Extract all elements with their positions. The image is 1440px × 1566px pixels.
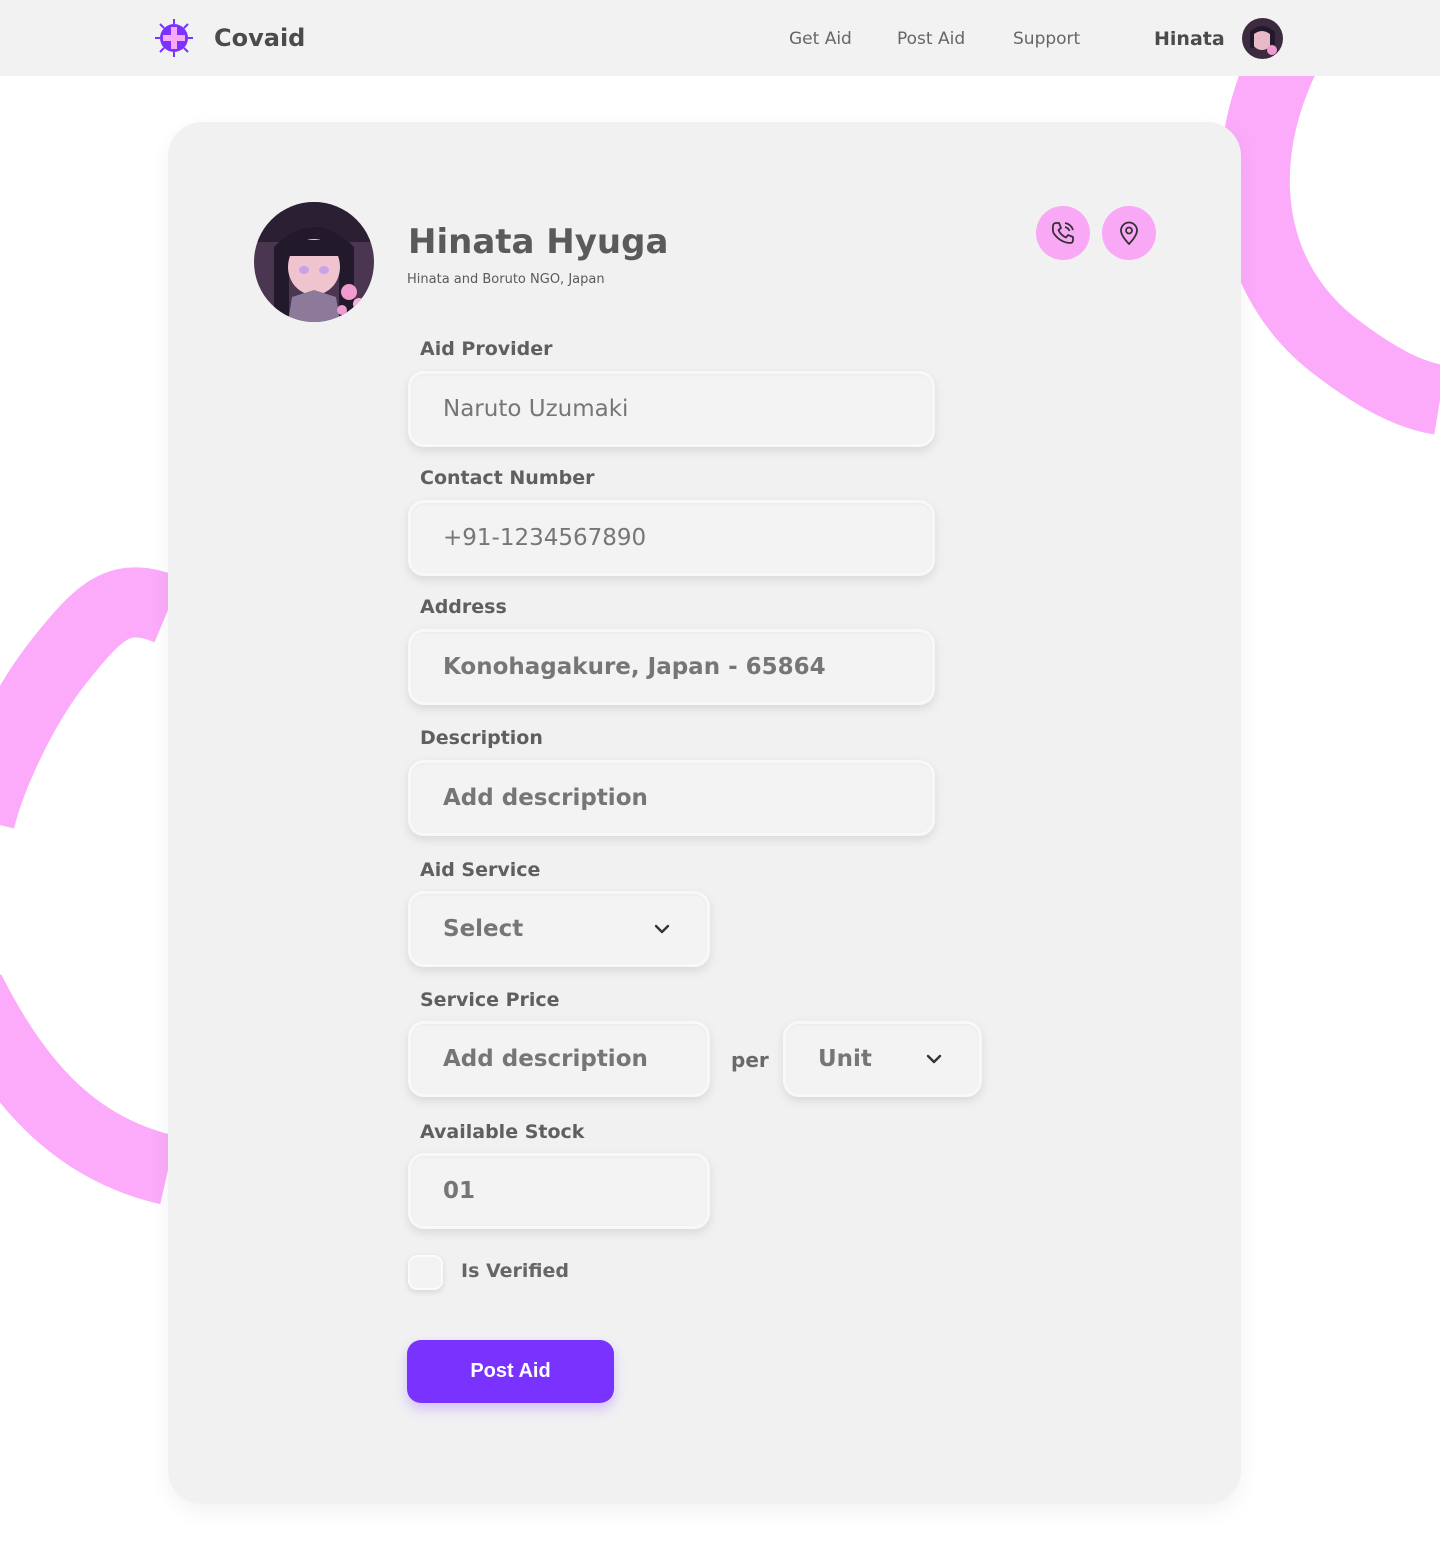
virus-logo-icon <box>155 19 193 57</box>
aid-provider-input[interactable]: Naruto Uzumaki <box>408 371 935 447</box>
aid-service-select[interactable]: Select <box>408 891 710 967</box>
service-price-label: Service Price <box>420 989 560 1011</box>
description-input[interactable]: Add description <box>408 760 935 836</box>
post-aid-card: Hinata Hyuga Hinata and Boruto NGO, Japa… <box>168 122 1241 1504</box>
profile-avatar <box>254 202 374 322</box>
available-stock-label: Available Stock <box>420 1121 585 1143</box>
profile-name: Hinata Hyuga <box>408 222 669 262</box>
nav-get-aid[interactable]: Get Aid <box>789 29 852 49</box>
nav-user-name[interactable]: Hinata <box>1154 28 1225 50</box>
description-label: Description <box>420 727 543 749</box>
aid-service-label: Aid Service <box>420 859 541 881</box>
location-pin-icon <box>1120 221 1138 245</box>
chevron-down-icon <box>926 1054 942 1064</box>
aid-service-selected-value: Select <box>443 916 524 942</box>
call-button[interactable] <box>1036 206 1090 260</box>
contact-number-input[interactable]: +91-1234567890 <box>408 500 935 576</box>
available-stock-input[interactable]: 01 <box>408 1153 710 1229</box>
nav-user-avatar[interactable] <box>1242 18 1283 59</box>
phone-icon <box>1051 222 1074 244</box>
location-button[interactable] <box>1102 206 1156 260</box>
is-verified-label: Is Verified <box>461 1260 569 1282</box>
nav-post-aid[interactable]: Post Aid <box>897 29 965 49</box>
unit-select[interactable]: Unit <box>783 1021 982 1097</box>
address-label: Address <box>420 596 507 618</box>
unit-selected-value: Unit <box>818 1046 872 1072</box>
profile-organization: Hinata and Boruto NGO, Japan <box>407 272 605 287</box>
service-price-input[interactable]: Add description <box>408 1021 710 1097</box>
contact-number-label: Contact Number <box>420 467 595 489</box>
chevron-down-icon <box>654 924 670 934</box>
aid-provider-label: Aid Provider <box>420 338 553 360</box>
is-verified-checkbox[interactable] <box>408 1255 443 1290</box>
nav-support[interactable]: Support <box>1013 29 1080 49</box>
per-label: per <box>731 1048 769 1072</box>
post-aid-button[interactable]: Post Aid <box>407 1340 614 1403</box>
address-input[interactable]: Konohagakure, Japan - 65864 <box>408 629 935 705</box>
brand-name[interactable]: Covaid <box>214 24 305 52</box>
top-navigation: Covaid Get Aid Post Aid Support Hinata <box>0 0 1440 76</box>
